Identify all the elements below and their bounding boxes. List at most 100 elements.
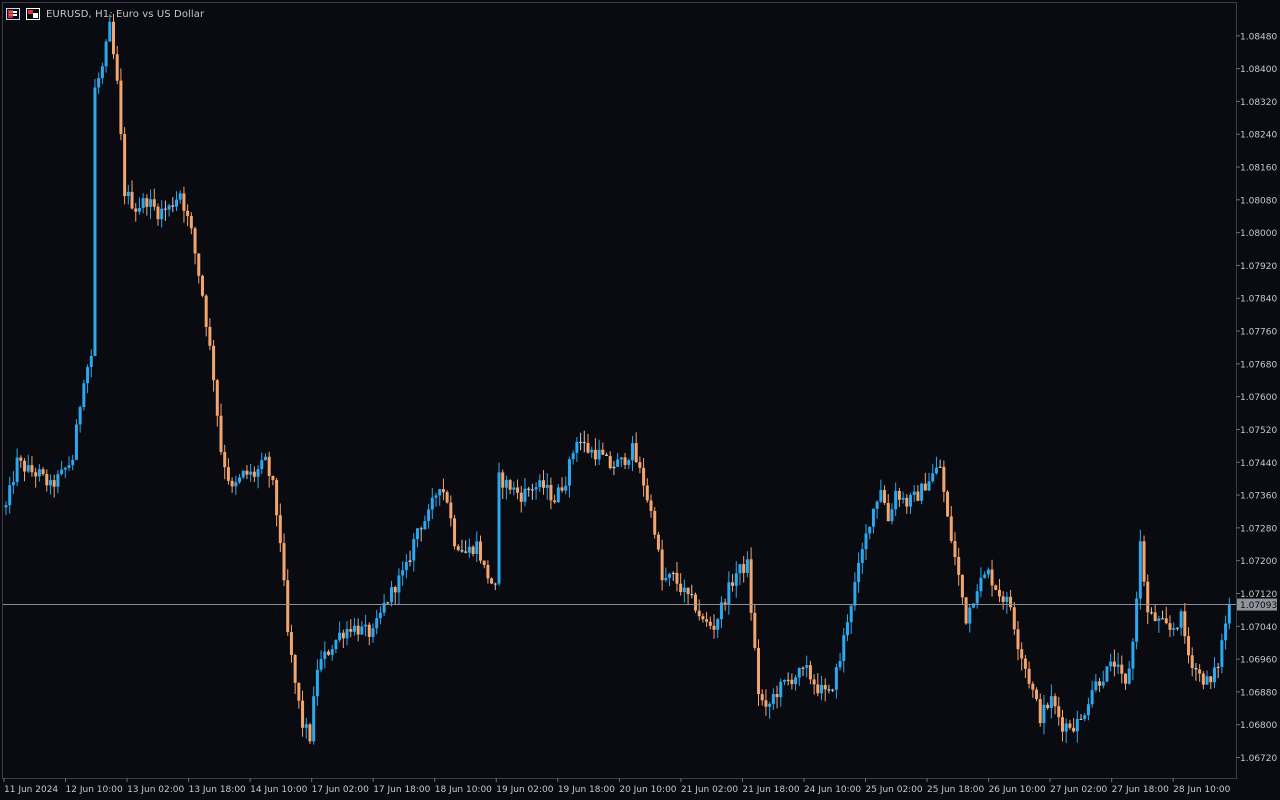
candle-body xyxy=(1216,666,1220,668)
candle-body xyxy=(86,367,90,384)
candle-body xyxy=(601,449,605,455)
price-tick-label: 1.08240 xyxy=(1240,131,1277,141)
candle-body xyxy=(404,561,408,571)
time-tick-label: 27 Jun 18:00 xyxy=(1112,785,1169,795)
candle-body xyxy=(1105,666,1109,682)
candle-body xyxy=(593,449,597,460)
candle-body xyxy=(875,501,879,509)
candle-body xyxy=(145,198,149,207)
candle-body xyxy=(705,619,709,622)
candle-body xyxy=(1016,629,1020,650)
candle-body xyxy=(475,541,479,554)
candle-body xyxy=(315,669,319,697)
candle-body xyxy=(445,492,449,503)
candle-body xyxy=(634,443,638,463)
candle-body xyxy=(63,467,67,470)
candle-body xyxy=(542,480,546,488)
candle-body xyxy=(630,443,634,461)
candle-body xyxy=(478,541,482,561)
time-tick-label: 25 Jun 18:00 xyxy=(927,785,984,795)
price-tick-label: 1.08080 xyxy=(1240,196,1277,206)
candle-body xyxy=(1224,623,1228,641)
candle-body xyxy=(701,616,705,620)
candle-body xyxy=(71,459,75,466)
candle-body xyxy=(215,380,219,416)
candle-body xyxy=(1020,649,1024,659)
candle-body xyxy=(319,658,323,670)
candle-body xyxy=(1098,681,1102,686)
candle-body xyxy=(438,489,442,496)
price-tick-label: 1.08160 xyxy=(1240,164,1277,174)
candle-body xyxy=(605,454,609,456)
candle-body xyxy=(1094,681,1098,691)
candle-body xyxy=(308,724,312,742)
candle-body xyxy=(660,549,664,581)
candle-body xyxy=(48,480,52,486)
price-tick-label: 1.07040 xyxy=(1240,623,1277,633)
candle-body xyxy=(1049,696,1053,709)
candle-body xyxy=(378,612,382,619)
candle-body xyxy=(972,603,976,608)
candle-body xyxy=(530,489,534,491)
candle-body xyxy=(742,564,746,573)
price-chart[interactable]: 1.08480 1.08400 1.08320 1.08240 1.08160 1.080… xyxy=(0,0,1280,800)
candle-body xyxy=(808,665,812,680)
candle-body xyxy=(853,582,857,606)
time-tick-label: 21 Jun 02:00 xyxy=(681,785,738,795)
candle-body xyxy=(1072,727,1076,732)
candle-body xyxy=(330,649,334,655)
candle-body xyxy=(934,467,938,474)
candle-body xyxy=(868,526,872,534)
candle-body xyxy=(931,473,935,482)
one-click-trading-icon[interactable] xyxy=(6,8,20,20)
candle-body xyxy=(41,469,45,475)
candle-body xyxy=(1161,618,1165,620)
candle-body xyxy=(619,457,623,460)
candle-body xyxy=(1057,706,1061,718)
time-tick-label: 17 Jun 02:00 xyxy=(312,785,369,795)
candle-body xyxy=(260,460,264,470)
candle-body xyxy=(293,655,297,683)
candle-body xyxy=(175,199,179,207)
candle-body xyxy=(341,632,345,639)
candle-body xyxy=(434,495,438,498)
time-tick-label: 12 Jun 10:00 xyxy=(66,785,123,795)
time-tick-label: 13 Jun 02:00 xyxy=(127,785,184,795)
candle-body xyxy=(1005,596,1009,602)
candle-body xyxy=(453,518,457,547)
price-tick-label: 1.07200 xyxy=(1240,557,1277,567)
candle-body xyxy=(97,78,101,88)
candle-body xyxy=(1149,612,1153,614)
candle-body xyxy=(401,570,405,576)
candle-body xyxy=(745,559,749,573)
candle-body xyxy=(504,480,508,488)
candle-body xyxy=(1127,668,1131,684)
candle-body xyxy=(1112,661,1116,667)
candle-body xyxy=(790,679,794,685)
candle-body xyxy=(942,466,946,492)
time-tick-label: 19 Jun 02:00 xyxy=(496,785,553,795)
candle-body xyxy=(1009,596,1013,608)
chart-options-icon[interactable] xyxy=(26,8,40,20)
candle-body xyxy=(894,490,898,510)
candle-body xyxy=(8,485,12,506)
candle-body xyxy=(1227,604,1231,624)
candle-body xyxy=(1179,611,1183,628)
candle-body xyxy=(1068,723,1072,728)
candle-body xyxy=(779,681,783,698)
candle-body xyxy=(271,475,275,481)
bid-line-layer: 1.07093 xyxy=(3,598,1277,611)
candle-body xyxy=(286,580,290,633)
candle-body xyxy=(586,443,590,453)
candle-body xyxy=(534,487,538,490)
candle-body xyxy=(1142,541,1146,582)
candle-body xyxy=(34,472,38,477)
candle-body xyxy=(345,629,349,639)
candle-body xyxy=(134,208,138,212)
price-tick-label: 1.07840 xyxy=(1240,295,1277,305)
candle-body xyxy=(23,460,27,472)
candle-body xyxy=(226,467,230,481)
candle-body xyxy=(627,460,631,465)
candle-body xyxy=(979,577,983,592)
candle-body xyxy=(171,205,175,207)
